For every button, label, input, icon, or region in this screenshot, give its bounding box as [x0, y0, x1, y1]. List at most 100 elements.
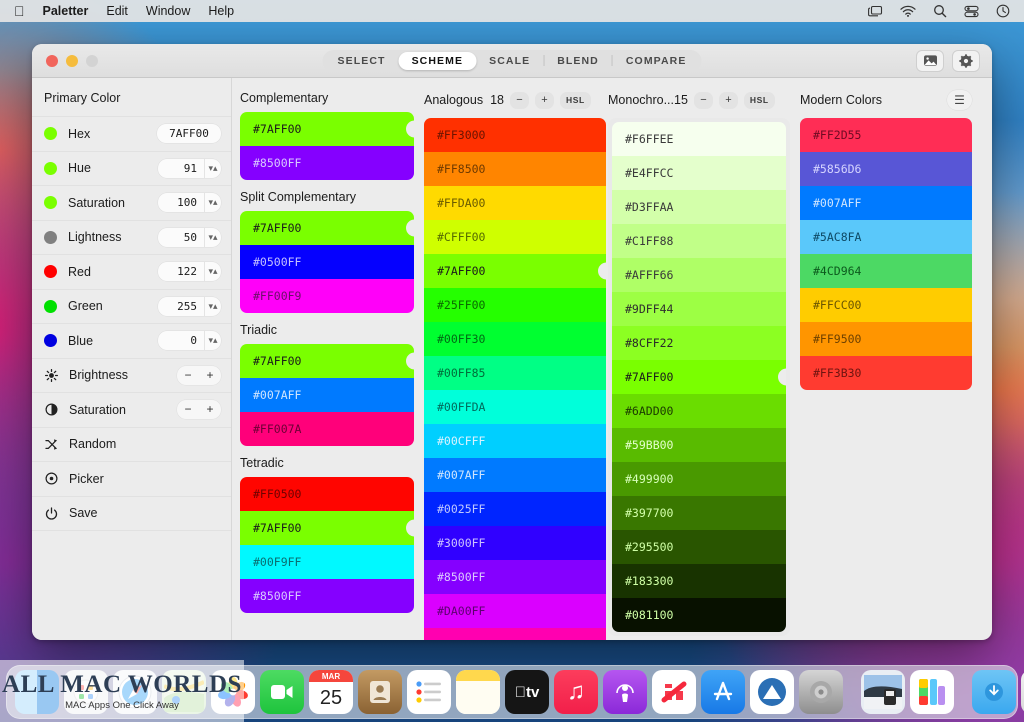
- saturation-increase-button[interactable]: +: [199, 400, 221, 419]
- swatch[interactable]: #5AC8FA: [800, 220, 972, 254]
- menu-item-window[interactable]: Window: [146, 4, 190, 18]
- gear-icon[interactable]: [952, 49, 980, 72]
- sidebar-item-save[interactable]: Save: [32, 495, 231, 531]
- menu-item-paletter[interactable]: Paletter: [43, 4, 89, 18]
- menu-item-help[interactable]: Help: [208, 4, 234, 18]
- brightness-decrease-button[interactable]: −: [177, 366, 199, 385]
- swatch[interactable]: #00FF30: [424, 322, 606, 356]
- sidebar-row-lightness[interactable]: Lightness 50 ▾▴: [32, 219, 231, 255]
- dock-item-system-preferences[interactable]: [799, 670, 843, 714]
- tab-select[interactable]: SELECT: [325, 52, 399, 70]
- sidebar-row-saturation[interactable]: Saturation 100 ▾▴: [32, 185, 231, 220]
- dock-item-preview[interactable]: [750, 670, 794, 714]
- dock-item-image-capture[interactable]: [861, 670, 905, 714]
- stepper-icon[interactable]: ▾▴: [204, 331, 221, 351]
- dock-item-downloads-folder[interactable]: [972, 670, 1016, 714]
- hex-input[interactable]: 7AFF00: [157, 124, 221, 144]
- swatch[interactable]: #8500FF: [240, 579, 414, 613]
- swatch[interactable]: #00CFFF: [424, 424, 606, 458]
- tab-scheme[interactable]: SCHEME: [398, 51, 477, 70]
- image-icon[interactable]: [916, 49, 944, 72]
- swatch[interactable]: #7AFF00: [424, 254, 606, 288]
- lightness-stepper[interactable]: 50 ▾▴: [158, 227, 221, 247]
- stepper-icon[interactable]: ▾▴: [204, 193, 221, 213]
- swatch[interactable]: #00F9FF: [240, 545, 414, 579]
- minimize-button[interactable]: [66, 54, 78, 67]
- swatch[interactable]: #00FFDA: [424, 390, 606, 424]
- swatch[interactable]: #7AFF00: [240, 112, 414, 146]
- sidebar-item-random[interactable]: Random: [32, 426, 231, 462]
- sidebar-row-blue[interactable]: Blue 0 ▾▴: [32, 323, 231, 358]
- swatch[interactable]: #007AFF: [800, 186, 972, 220]
- monochrome-increase-button[interactable]: +: [718, 91, 738, 109]
- swatch[interactable]: #FF00F9: [240, 279, 414, 313]
- swatch[interactable]: #E4FFCC: [612, 156, 786, 190]
- swatch[interactable]: #FF3B30: [800, 356, 972, 390]
- swatch[interactable]: #295500: [612, 530, 786, 564]
- close-button[interactable]: [46, 54, 58, 67]
- brightness-controls[interactable]: − +: [177, 365, 221, 385]
- saturation-controls[interactable]: − +: [177, 400, 221, 420]
- swatch[interactable]: #7AFF00: [240, 511, 414, 545]
- saturation-decrease-button[interactable]: −: [177, 400, 199, 419]
- swatch[interactable]: #081100: [612, 598, 786, 632]
- swatch[interactable]: #FFDA00: [424, 186, 606, 220]
- swatch[interactable]: #FF2D55: [800, 118, 972, 152]
- dock-item-paletter[interactable]: [910, 670, 954, 714]
- swatch[interactable]: #59BB00: [612, 428, 786, 462]
- swatch[interactable]: [424, 628, 606, 640]
- dock-item-news[interactable]: [652, 670, 696, 714]
- control-center-icon[interactable]: [964, 5, 979, 18]
- swatch[interactable]: #0500FF: [240, 245, 414, 279]
- swatch[interactable]: #4CD964: [800, 254, 972, 288]
- swatch[interactable]: #5856D6: [800, 152, 972, 186]
- swatch[interactable]: #8CFF22: [612, 326, 786, 360]
- tab-compare[interactable]: COMPARE: [613, 52, 700, 70]
- red-stepper[interactable]: 122 ▾▴: [158, 262, 221, 282]
- swatch[interactable]: #25FF00: [424, 288, 606, 322]
- swatch[interactable]: #D3FFAA: [612, 190, 786, 224]
- blue-stepper[interactable]: 0 ▾▴: [158, 331, 221, 351]
- swatch[interactable]: #9DFF44: [612, 292, 786, 326]
- sidebar-item-saturation-adjust[interactable]: Saturation − +: [32, 392, 231, 427]
- monochrome-mode-button[interactable]: HSL: [743, 91, 775, 109]
- swatch[interactable]: #FF007A: [240, 412, 414, 446]
- saturation-stepper[interactable]: 100 ▾▴: [158, 193, 221, 213]
- swatch[interactable]: #FF0500: [240, 477, 414, 511]
- monochrome-decrease-button[interactable]: −: [693, 91, 713, 109]
- swatch[interactable]: #FF9500: [800, 322, 972, 356]
- swatch[interactable]: #8500FF: [424, 560, 606, 594]
- sidebar-row-red[interactable]: Red 122 ▾▴: [32, 254, 231, 289]
- stepper-icon[interactable]: ▾▴: [204, 158, 221, 178]
- stepper-icon[interactable]: ▾▴: [204, 262, 221, 282]
- tab-blend[interactable]: BLEND: [544, 52, 612, 70]
- apple-icon[interactable]: : [14, 4, 25, 18]
- swatch[interactable]: #DA00FF: [424, 594, 606, 628]
- green-stepper[interactable]: 255 ▾▴: [158, 296, 221, 316]
- dock-item-reminders[interactable]: [407, 670, 451, 714]
- sidebar-item-brightness[interactable]: Brightness − +: [32, 357, 231, 393]
- dock-item-calendar[interactable]: MAR 25: [309, 670, 353, 714]
- swatch[interactable]: #183300: [612, 564, 786, 598]
- swatch[interactable]: #7AFF00: [240, 211, 414, 245]
- sidebar-row-green[interactable]: Green 255 ▾▴: [32, 288, 231, 324]
- clock-icon[interactable]: [996, 4, 1010, 18]
- swatch[interactable]: #397700: [612, 496, 786, 530]
- sidebar-row-hue[interactable]: Hue 91 ▾▴: [32, 150, 231, 186]
- swatch[interactable]: #FFCC00: [800, 288, 972, 322]
- tab-scale[interactable]: SCALE: [476, 52, 543, 70]
- swatch[interactable]: #499900: [612, 462, 786, 496]
- dock-item-facetime[interactable]: [260, 670, 304, 714]
- screen-mirroring-icon[interactable]: [868, 5, 883, 18]
- menu-item-edit[interactable]: Edit: [106, 4, 128, 18]
- swatch[interactable]: #FF8500: [424, 152, 606, 186]
- swatch[interactable]: #007AFF: [240, 378, 414, 412]
- analogous-mode-button[interactable]: HSL: [559, 91, 591, 109]
- swatch[interactable]: #7AFF00: [240, 344, 414, 378]
- swatch[interactable]: #00FF85: [424, 356, 606, 390]
- wifi-icon[interactable]: [900, 5, 916, 17]
- swatch[interactable]: #007AFF: [424, 458, 606, 492]
- hue-stepper[interactable]: 91 ▾▴: [158, 158, 221, 178]
- dock-item-appletv[interactable]: tv: [505, 670, 549, 714]
- brightness-increase-button[interactable]: +: [199, 366, 221, 385]
